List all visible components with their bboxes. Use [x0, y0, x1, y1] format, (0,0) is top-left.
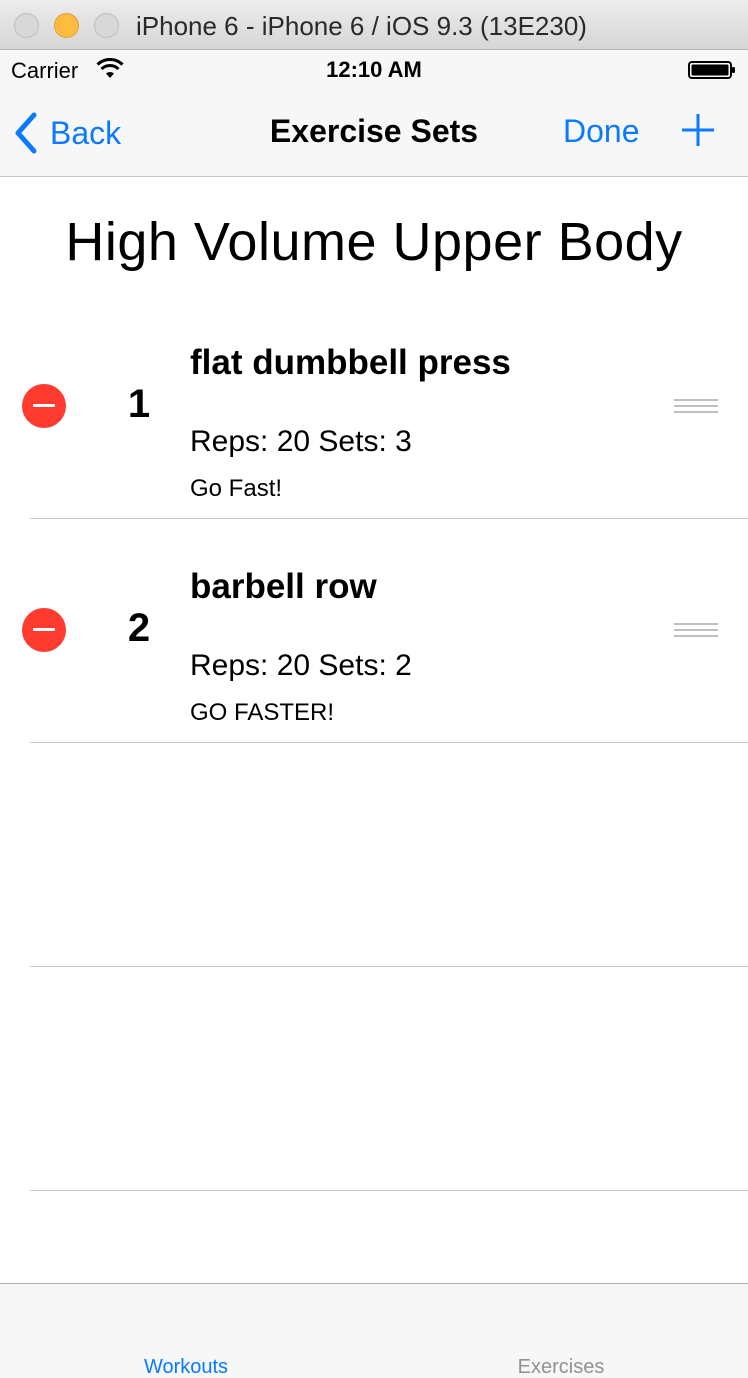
row-separator — [30, 742, 748, 743]
add-icon[interactable] — [680, 112, 716, 148]
delete-minus-icon[interactable] — [22, 608, 66, 652]
exercise-sets-content: High Volume Upper Body 1 flat dumbbell p… — [0, 178, 748, 1283]
window-title: iPhone 6 - iPhone 6 / iOS 9.3 (13E230) — [136, 11, 587, 41]
workout-title: High Volume Upper Body — [65, 212, 683, 272]
back-button[interactable]: Back — [12, 108, 121, 158]
exercise-note: Go Fast! — [190, 475, 283, 502]
delete-minus-icon[interactable] — [22, 384, 66, 428]
exercise-reps-sets: Reps: 20 Sets: 3 — [190, 425, 412, 458]
status-time: 12:10 AM — [326, 57, 422, 82]
exercise-order-number: 2 — [127, 606, 151, 650]
exercise-row[interactable]: 1 flat dumbbell press Reps: 20 Sets: 3 G… — [0, 295, 748, 519]
window-close-button[interactable] — [14, 13, 39, 38]
battery-icon — [688, 61, 735, 79]
simulator-titlebar: iPhone 6 - iPhone 6 / iOS 9.3 (13E230) — [0, 0, 748, 50]
exercise-row[interactable]: 2 barbell row Reps: 20 Sets: 2 GO FASTER… — [0, 519, 748, 743]
empty-row-separator — [30, 1190, 748, 1191]
status-bar: Carrier 12:10 AM — [0, 50, 748, 88]
exercise-order-number: 1 — [127, 382, 151, 426]
exercise-note: GO FASTER! — [190, 699, 335, 726]
tab-bar: Workouts Exercises — [0, 1283, 748, 1378]
reorder-handle-icon[interactable] — [674, 399, 718, 417]
tab-exercises[interactable]: Exercises — [461, 1356, 661, 1378]
reorder-handle-icon[interactable] — [674, 623, 718, 641]
done-button[interactable]: Done — [563, 113, 640, 150]
tab-workouts[interactable]: Workouts — [86, 1356, 286, 1378]
window-zoom-button[interactable] — [94, 13, 119, 38]
navigation-bar: Back Exercise Sets Done — [0, 88, 748, 177]
empty-row-separator — [30, 966, 748, 967]
exercise-name: flat dumbbell press — [190, 343, 511, 382]
back-button-label: Back — [50, 114, 122, 151]
exercise-reps-sets: Reps: 20 Sets: 2 — [190, 649, 412, 682]
chevron-left-icon — [15, 112, 37, 154]
exercise-name: barbell row — [190, 567, 377, 606]
window-minimize-button[interactable] — [54, 13, 79, 38]
